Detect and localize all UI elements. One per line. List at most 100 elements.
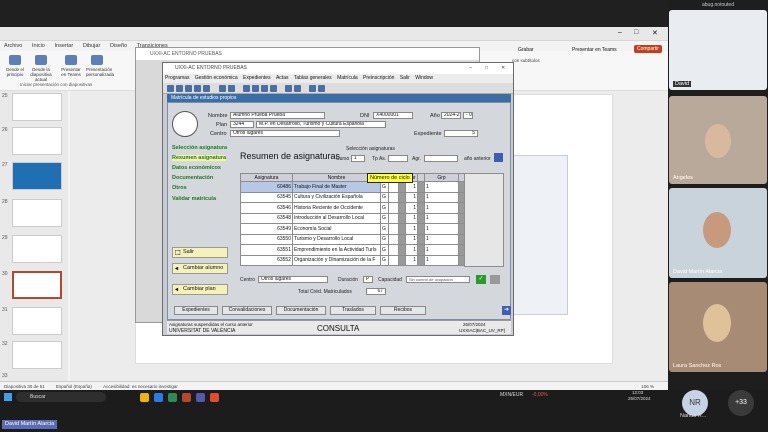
cell-name[interactable]: Emprendimiento en la Actividad Turís xyxy=(292,244,381,256)
cell-cr[interactable] xyxy=(388,202,399,214)
cell-name[interactable]: Organización y Dinamización de la F xyxy=(292,254,381,266)
participant-tile[interactable]: David Martín Alarcia xyxy=(669,188,767,278)
table-row[interactable]: 63548 Introducción al Desarrollo Local G… xyxy=(240,212,466,224)
share-button[interactable]: Compartir xyxy=(634,45,662,53)
menu-window[interactable]: Window xyxy=(415,75,433,81)
powerpoint-icon[interactable] xyxy=(182,393,191,402)
participant-tile[interactable]: Angeles xyxy=(669,96,767,184)
from-current-button[interactable]: Desde la diapositiva actual xyxy=(30,55,52,82)
cell-grp[interactable]: 1 xyxy=(424,254,459,266)
search-box[interactable]: Buscar xyxy=(16,392,106,402)
nav-datos[interactable]: Datos económicos xyxy=(172,165,221,171)
cell-lov[interactable] xyxy=(398,254,406,266)
slide-thumbnail[interactable] xyxy=(12,199,62,227)
cell-name[interactable]: Economía Social xyxy=(292,223,381,235)
save-icon[interactable] xyxy=(167,85,174,92)
plan-name-field[interactable]: M.P. en Desarrollo, Turismo y Cultura Es… xyxy=(256,121,386,128)
cell-cur[interactable]: 1 xyxy=(405,202,418,214)
documentacion-button[interactable]: Documentación xyxy=(276,306,326,315)
cell-grp[interactable]: 1 xyxy=(424,181,459,193)
nombre-field[interactable]: Alumno Prueba Prueba xyxy=(230,112,325,119)
slide-thumbnail-active[interactable] xyxy=(12,271,62,299)
slide-thumbnail[interactable] xyxy=(12,127,62,155)
slide-thumbnail[interactable] xyxy=(12,93,62,121)
cell-lov[interactable] xyxy=(417,212,425,224)
duracion-field[interactable]: P xyxy=(363,276,373,283)
cell-cr[interactable] xyxy=(388,244,399,256)
cell-cur[interactable]: 1 xyxy=(405,223,418,235)
cell-lov[interactable] xyxy=(398,202,406,214)
cell-tc[interactable]: G xyxy=(380,254,389,266)
cell-cur[interactable]: 1 xyxy=(405,244,418,256)
cell-lov[interactable] xyxy=(417,191,425,203)
tipo-field[interactable] xyxy=(388,155,408,162)
cell-lov[interactable] xyxy=(398,223,406,235)
custom-show-button[interactable]: Presentación personalizada xyxy=(86,55,114,77)
curso-field[interactable]: 1 xyxy=(351,155,365,162)
nav-otros[interactable]: Otros xyxy=(172,185,187,191)
from-start-button[interactable]: Desde el principio xyxy=(4,55,26,77)
table-row[interactable]: 60486 Trabajo Final de Master G 1 1 xyxy=(240,181,466,193)
tab-archivo[interactable]: Archivo xyxy=(4,41,22,51)
present-teams-button[interactable]: Presentar en Teams xyxy=(60,55,82,77)
cambiar-plan-button[interactable]: ◂ Cambiar plan xyxy=(172,284,228,295)
cut-icon[interactable] xyxy=(185,85,192,92)
windows-start-icon[interactable] xyxy=(4,393,12,401)
cell-code[interactable]: 63548 xyxy=(240,212,293,224)
cell-lov[interactable] xyxy=(398,181,406,193)
cell-cur[interactable]: 1 xyxy=(405,181,418,193)
cell-tc[interactable]: G xyxy=(380,191,389,203)
cell-tc[interactable]: G xyxy=(380,233,389,245)
ano-field[interactable]: 2024-25 xyxy=(441,112,461,119)
menu-gestion[interactable]: Gestión económica xyxy=(195,75,238,81)
menu-matricula[interactable]: Matrícula xyxy=(337,75,358,81)
cell-lov[interactable] xyxy=(398,244,406,256)
nav-resumen[interactable]: Resumen asignatura xyxy=(172,155,227,161)
cell-cr[interactable] xyxy=(388,212,399,224)
exit-icon[interactable] xyxy=(318,85,325,92)
edge-icon[interactable] xyxy=(154,393,163,402)
present-teams-top-button[interactable]: Presentar en Teams xyxy=(572,47,617,53)
cell-code[interactable]: 63550 xyxy=(240,233,293,245)
total-field[interactable]: 67 xyxy=(366,288,386,295)
cell-grp[interactable]: 1 xyxy=(424,202,459,214)
cell-cr[interactable] xyxy=(388,181,399,193)
cell-grp[interactable]: 1 xyxy=(424,233,459,245)
nav-validar[interactable]: Validar matrícula xyxy=(172,196,216,202)
cell-lov[interactable] xyxy=(398,191,406,203)
cell-name[interactable]: Turismo y Desarrollo Local xyxy=(292,233,381,245)
prev-record-icon[interactable] xyxy=(252,85,259,92)
menu-preinscripcion[interactable]: Preinscripción xyxy=(363,75,394,81)
chrome-icon[interactable] xyxy=(210,393,219,402)
print-icon[interactable] xyxy=(176,85,183,92)
slide-thumbnail[interactable] xyxy=(12,307,62,335)
plan-code-field[interactable]: 3244 xyxy=(230,121,254,128)
cell-cr[interactable] xyxy=(388,191,399,203)
more-participants-button[interactable]: +33 xyxy=(728,390,754,416)
next-record-icon[interactable] xyxy=(261,85,268,92)
tab-diseno[interactable]: Diseño xyxy=(110,41,127,51)
cell-grp[interactable]: 1 xyxy=(424,191,459,203)
table-row[interactable]: 63545 Cultura y Civilización Española G … xyxy=(240,191,466,203)
cell-grp[interactable]: 1 xyxy=(424,223,459,235)
check-icon[interactable]: ✓ xyxy=(476,275,486,284)
cell-lov[interactable] xyxy=(398,212,406,224)
insert-record-icon[interactable] xyxy=(285,85,292,92)
cell-grp[interactable]: 1 xyxy=(424,244,459,256)
cell-name[interactable]: Historia Reciente de Occidente xyxy=(292,202,381,214)
convalidaciones-button[interactable]: Convalidaciones xyxy=(222,306,272,315)
cell-cr[interactable] xyxy=(388,254,399,266)
cell-lov[interactable] xyxy=(417,254,425,266)
cell-name[interactable]: Cultura y Civilización Española xyxy=(292,191,381,203)
cell-cr[interactable] xyxy=(388,223,399,235)
centro-bottom-field[interactable]: Otros lugares xyxy=(258,276,328,283)
cell-lov[interactable] xyxy=(398,233,406,245)
table-row[interactable]: 63551 Emprendimiento en la Actividad Tur… xyxy=(240,244,466,256)
copy-icon[interactable] xyxy=(194,85,201,92)
cell-code[interactable]: 63545 xyxy=(240,191,293,203)
cell-name[interactable]: Introducción al Desarrollo Local xyxy=(292,212,381,224)
shared-preview-tile[interactable]: David xyxy=(669,10,767,90)
slide-thumbnail[interactable] xyxy=(12,162,62,190)
maximize-icon[interactable]: □ xyxy=(485,63,488,74)
maximize-icon[interactable]: □ xyxy=(634,29,638,36)
